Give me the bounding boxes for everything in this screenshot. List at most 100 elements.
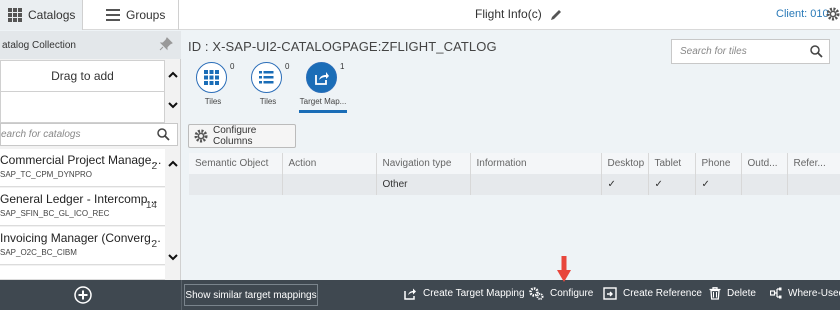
configure-columns-label: Configure Columns [213, 125, 257, 147]
catalog-list-item[interactable] [0, 266, 165, 280]
top-header: Catalogs Groups Flight Info(c) Client: 0… [0, 0, 840, 30]
tiles-grid-icon [196, 62, 227, 93]
page-title-text: Flight Info(c) [475, 7, 542, 21]
selected-tab-indicator [299, 110, 347, 113]
chevron-up-icon[interactable] [166, 67, 180, 81]
table-cell [787, 174, 840, 195]
pin-icon[interactable] [159, 37, 173, 54]
catalog-collection-title: atalog Collection [0, 31, 181, 59]
grid-icon [8, 8, 22, 22]
tiles-list-icon [251, 62, 282, 93]
column-header[interactable]: Phone [695, 153, 742, 174]
create-reference-label: Create Reference [623, 288, 702, 299]
drop-zone-row [0, 92, 165, 123]
tab-label: Tiles [259, 97, 277, 106]
tab-count: 1 [340, 62, 345, 71]
catalog-list-item[interactable]: Commercial Project Manage... SAP_TC_CPM_… [0, 149, 165, 187]
catalog-details: ID : X-SAP-UI2-CATALOGPAGE:ZFLIGHT_CATLO… [181, 31, 840, 280]
show-similar-button[interactable]: Show similar target mappings [184, 284, 318, 306]
column-header[interactable]: Action [282, 153, 377, 174]
create-reference-button[interactable]: Create Reference [603, 287, 702, 300]
create-reference-icon [603, 287, 617, 300]
search-icon[interactable] [157, 128, 170, 144]
client-label: Client: 010 [776, 8, 829, 20]
catalog-list-item[interactable]: General Ledger - Intercomp... SAP_SFIN_B… [0, 188, 165, 226]
catalog-code: SAP_SFIN_BC_GL_ICO_REC [0, 209, 110, 218]
target-mapping-icon [306, 62, 337, 93]
catalog-count: 2 [151, 161, 157, 172]
table-cell [470, 174, 602, 195]
table-cell: Other [376, 174, 471, 195]
column-header[interactable]: Semantic Object [189, 153, 283, 174]
catalog-code: SAP_O2C_BC_CIBM [0, 248, 77, 257]
table-cell: ✓ [648, 174, 696, 195]
catalog-search-placeholder: earch for catalogs [1, 129, 81, 140]
catalog-name: Invoicing Manager (Converg... [0, 231, 161, 245]
table-cell: ✓ [695, 174, 742, 195]
configure-icon [529, 287, 544, 300]
column-header[interactable]: Navigation type [376, 153, 471, 174]
table-cell: ✓ [601, 174, 649, 195]
catalog-panel: atalog Collection Drag to add earch for … [0, 31, 181, 280]
edit-pencil-icon[interactable] [550, 8, 563, 21]
tab-catalogs-label: Catalogs [28, 8, 76, 22]
create-target-mapping-label: Create Target Mapping [423, 288, 525, 299]
table-header-row: Semantic Object Action Navigation type I… [189, 153, 840, 174]
table-cell [282, 174, 377, 195]
catalog-search-input[interactable]: earch for catalogs [0, 123, 178, 146]
table-cell [741, 174, 788, 195]
catalog-count: 14 [145, 200, 157, 211]
list-icon [106, 9, 120, 21]
configure-columns-button[interactable]: Configure Columns [188, 124, 296, 148]
configure-label: Configure [550, 288, 594, 299]
where-used-icon [770, 287, 782, 299]
where-used-label: Where-Used [788, 287, 840, 299]
configure-button[interactable]: Configure [529, 287, 593, 300]
tab-count: 0 [230, 62, 235, 71]
tab-tiles-list[interactable]: 0 Tiles [238, 62, 298, 112]
footer-toolbar: Show similar target mappings Create Targ… [0, 280, 840, 310]
tab-label: Target Map... [299, 97, 347, 106]
delete-button[interactable]: Delete [709, 287, 756, 300]
settings-gear-icon[interactable] [826, 7, 840, 24]
table-cell [189, 174, 283, 195]
search-icon[interactable] [810, 45, 823, 61]
column-header[interactable]: Refer... [787, 153, 840, 174]
delete-label: Delete [727, 288, 756, 299]
create-target-mapping-button[interactable]: Create Target Mapping [404, 287, 525, 300]
catalog-list-item[interactable]: Invoicing Manager (Converg... SAP_O2C_BC… [0, 227, 165, 265]
chevron-down-icon[interactable] [166, 98, 180, 112]
tab-tiles-grid[interactable]: 0 Tiles [183, 62, 243, 112]
gear-icon [194, 129, 208, 143]
column-header[interactable]: Outd... [741, 153, 788, 174]
trash-icon [709, 287, 721, 300]
tab-groups-label: Groups [126, 8, 166, 22]
column-header[interactable]: Tablet [648, 153, 696, 174]
tab-groups[interactable]: Groups [84, 0, 179, 30]
annotation-arrow-icon [557, 256, 571, 287]
tile-search-input[interactable]: Search for tiles [671, 39, 830, 64]
create-mapping-icon [404, 287, 417, 300]
catalog-count: 2 [151, 239, 157, 250]
tab-label: Tiles [204, 97, 222, 106]
tab-target-mappings[interactable]: 1 Target Map... [293, 62, 353, 113]
column-header[interactable]: Desktop [601, 153, 649, 174]
catalog-name: Commercial Project Manage... [0, 153, 162, 167]
tile-search-placeholder: Search for tiles [680, 46, 747, 57]
catalog-id-title: ID : X-SAP-UI2-CATALOGPAGE:ZFLIGHT_CATLO… [188, 39, 497, 54]
table-row[interactable]: Other ✓ ✓ ✓ [189, 174, 840, 195]
chevron-down-icon[interactable] [166, 250, 180, 264]
page-title: Flight Info(c) [475, 7, 563, 21]
column-header[interactable]: Information [470, 153, 602, 174]
catalog-name: General Ledger - Intercomp... [0, 192, 158, 206]
target-mapping-table: Semantic Object Action Navigation type I… [189, 153, 840, 195]
drag-to-add-area[interactable]: Drag to add [0, 60, 165, 92]
launchpad-designer: Catalogs Groups Flight Info(c) Client: 0… [0, 0, 840, 310]
tab-catalogs[interactable]: Catalogs [0, 0, 83, 30]
chevron-up-icon[interactable] [166, 156, 180, 170]
footer-divider [181, 280, 182, 310]
catalog-code: SAP_TC_CPM_DYNPRO [0, 170, 93, 179]
add-catalog-icon[interactable] [74, 286, 92, 307]
tab-count: 0 [285, 62, 290, 71]
where-used-button[interactable]: Where-Used [770, 287, 840, 299]
